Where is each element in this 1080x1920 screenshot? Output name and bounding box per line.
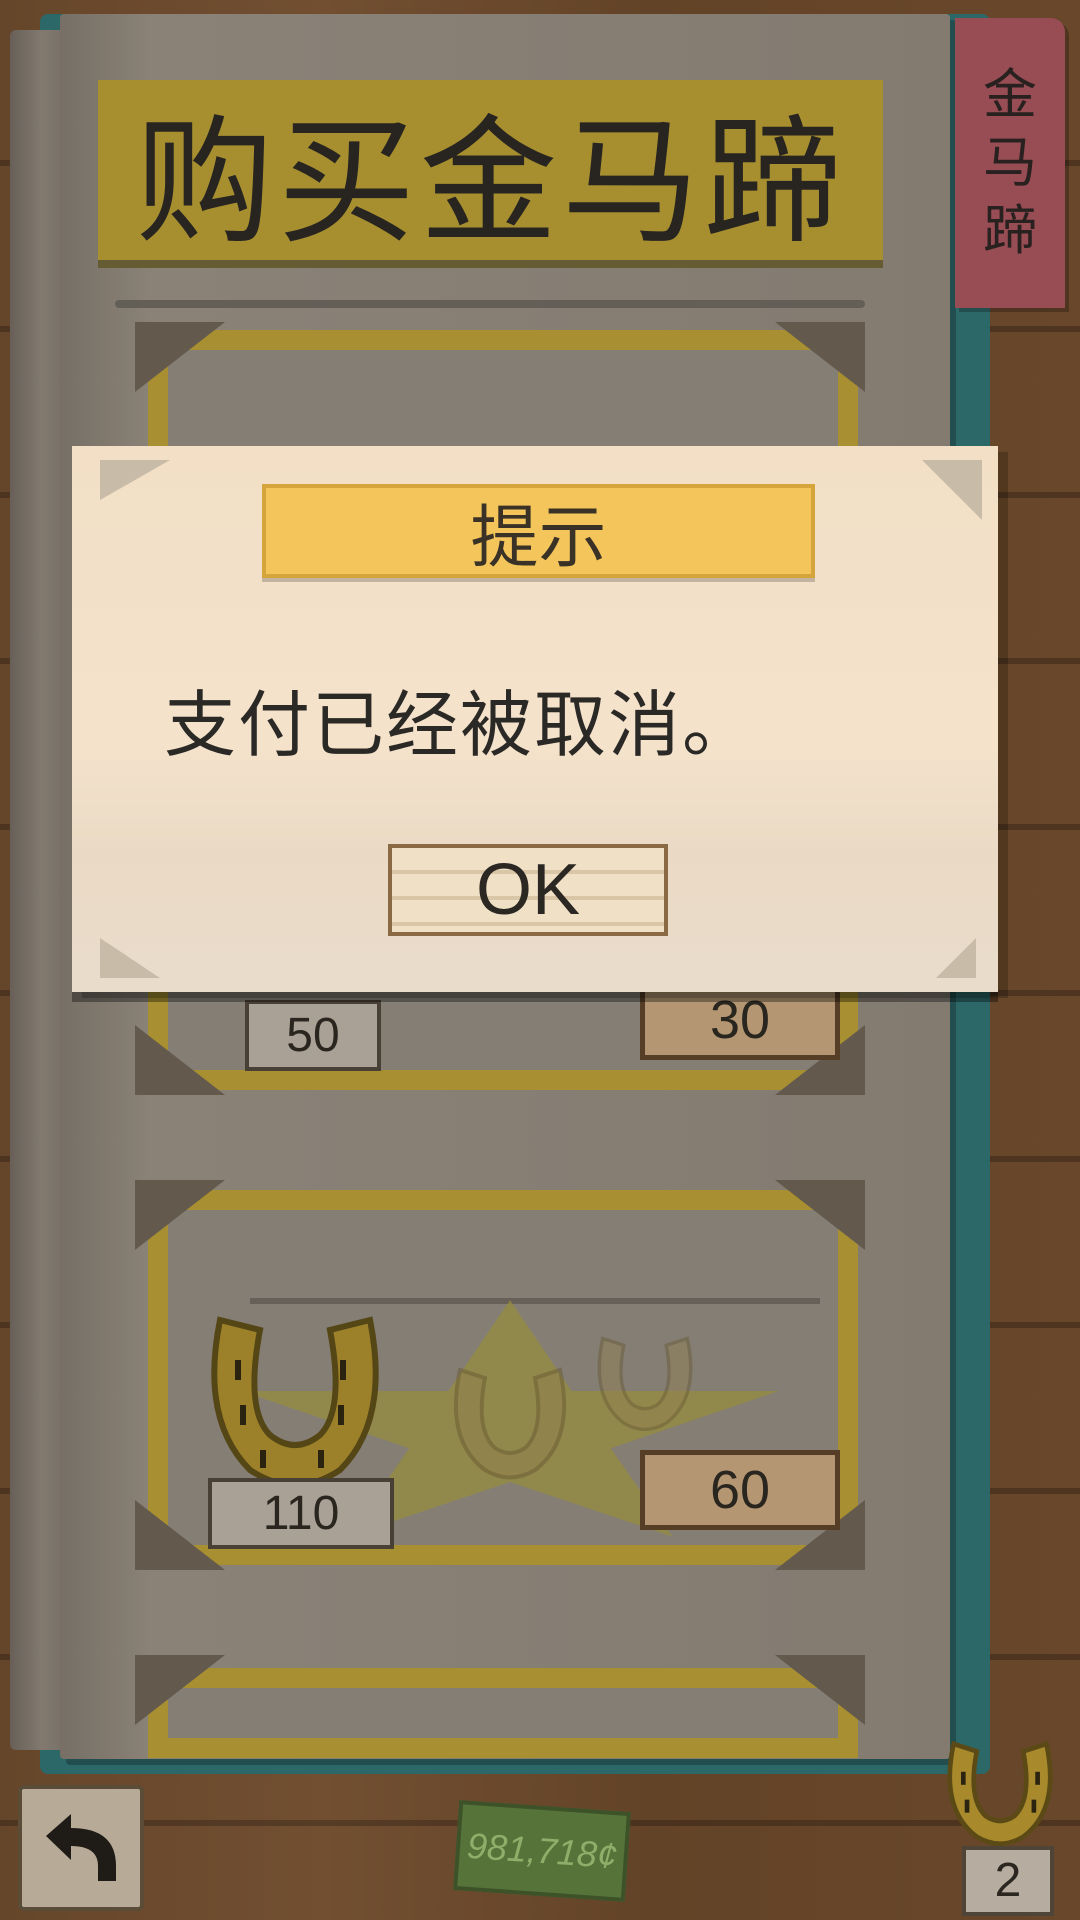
alert-dialog: 提示 支付已经被取消。 OK (72, 446, 998, 992)
back-button[interactable] (18, 1785, 144, 1911)
dialog-corner (936, 938, 976, 978)
dialog-message: 支付已经被取消。 (164, 683, 757, 767)
dialog-corner (922, 460, 982, 520)
coin-balance: 981,718¢ (453, 1800, 631, 1902)
ok-button-label: OK (475, 850, 581, 930)
dialog-title-banner: 提示 (262, 484, 815, 578)
horseshoe-count: 2 (962, 1846, 1054, 1916)
dialog-corner (100, 460, 170, 500)
back-arrow-icon (36, 1806, 126, 1891)
ok-button[interactable]: OK (388, 844, 668, 936)
dialog-corner (100, 938, 160, 978)
coin-balance-value: 981,718¢ (465, 1824, 619, 1877)
horseshoe-icon (935, 1730, 1065, 1865)
dialog-title: 提示 (470, 498, 607, 578)
